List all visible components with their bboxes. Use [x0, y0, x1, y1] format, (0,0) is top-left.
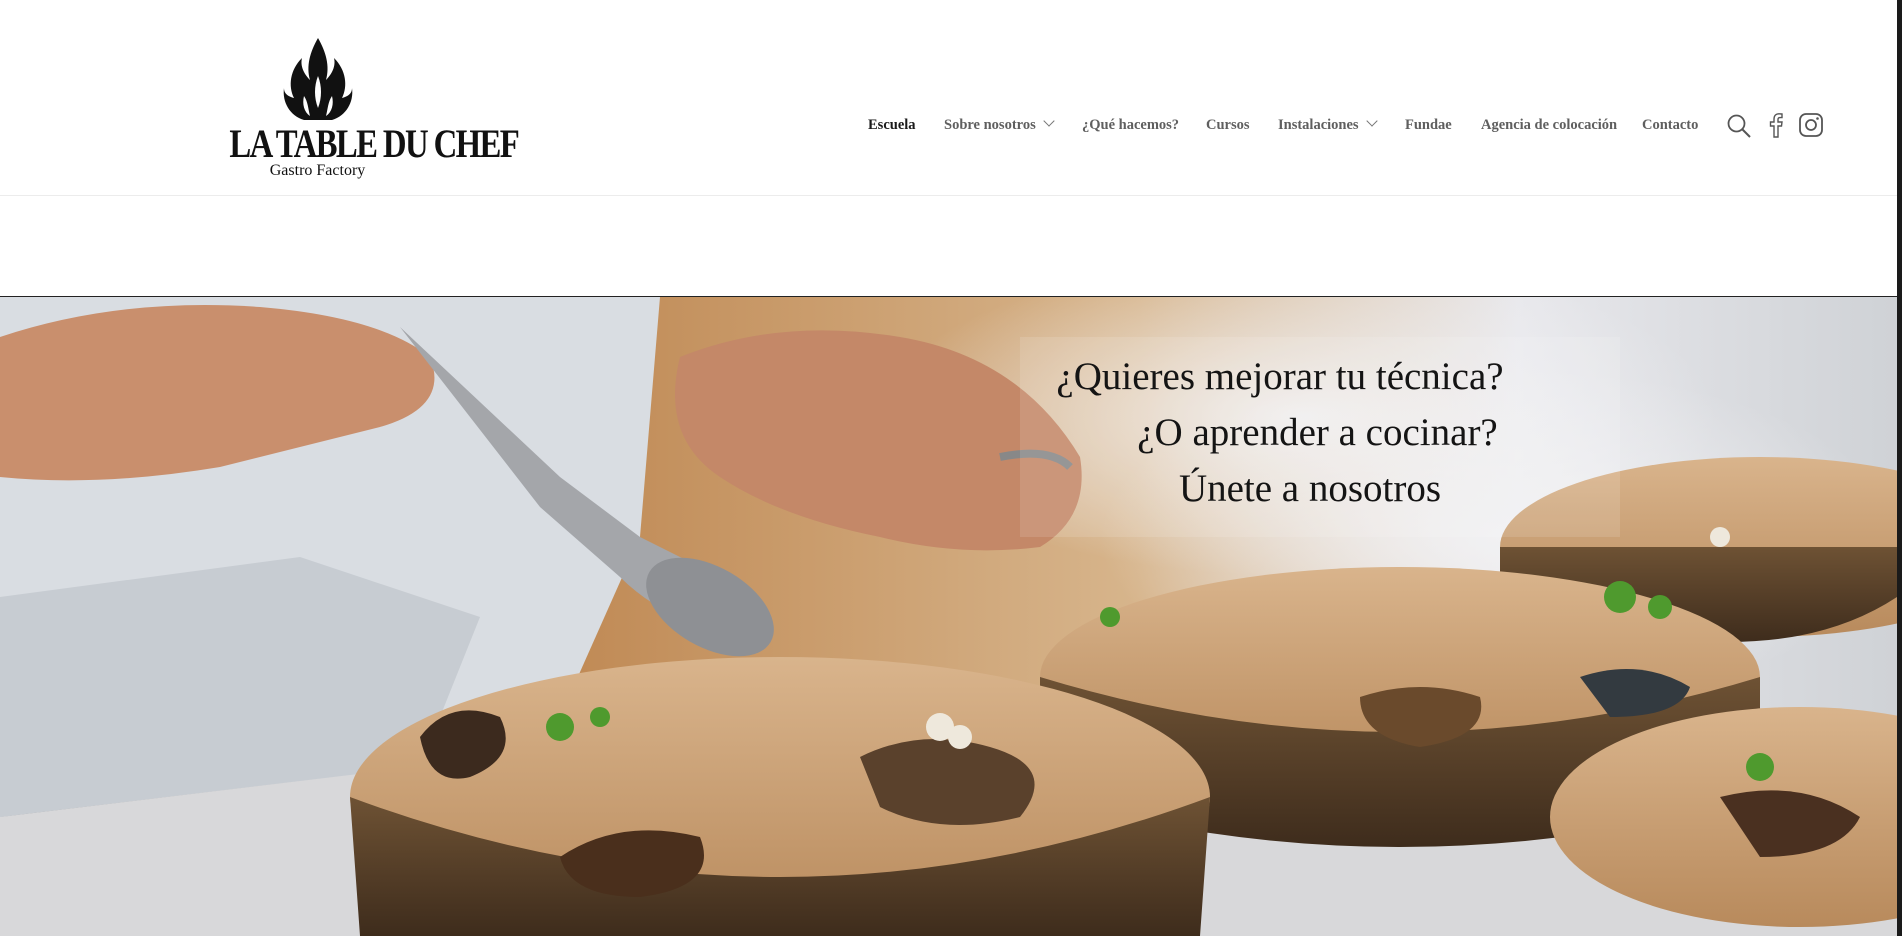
nav-item-contacto[interactable]: Contacto: [1642, 112, 1698, 138]
nav-item-label: Fundae: [1405, 117, 1452, 133]
page: LA TABLE DU CHEF Gastro Factory Escuela …: [0, 0, 1902, 936]
nav-item-instalaciones[interactable]: Instalaciones: [1278, 112, 1378, 138]
nav-item-label: Contacto: [1642, 117, 1699, 133]
hero-line-3: Únete a nosotros: [1178, 467, 1442, 510]
facebook-icon[interactable]: [1768, 112, 1784, 138]
nav-item-cursos[interactable]: Cursos: [1206, 112, 1250, 138]
nav-item-agencia-de-colocacion[interactable]: Agencia de colocación: [1481, 112, 1617, 138]
nav-item-sobre-nosotros[interactable]: Sobre nosotros: [944, 112, 1055, 138]
scrollbar-edge: [1897, 0, 1902, 936]
hero-headline: ¿Quieres mejorar tu técnica? ¿O aprender…: [1000, 349, 1640, 517]
site-header: LA TABLE DU CHEF Gastro Factory Escuela …: [0, 0, 1897, 196]
nav-item-label: ¿Qué hacemos?: [1082, 117, 1180, 133]
nav-item-label: Agencia de colocación: [1481, 117, 1618, 133]
nav-item-label: Cursos: [1206, 117, 1250, 133]
hero-line-1: ¿Quieres mejorar tu técnica?: [1056, 355, 1504, 398]
hero-banner: ¿Quieres mejorar tu técnica? ¿O aprender…: [0, 297, 1897, 936]
chevron-down-icon: [1043, 115, 1055, 127]
flame-logo-icon: [283, 38, 352, 120]
nav-item-escuela[interactable]: Escuela: [868, 112, 916, 138]
search-icon[interactable]: [1726, 113, 1752, 139]
nav-item-label: Instalaciones: [1278, 117, 1359, 133]
nav-item-fundae[interactable]: Fundae: [1405, 112, 1452, 138]
main-nav: Escuela Sobre nosotros ¿Qué hacemos? Cur…: [0, 112, 1897, 138]
header-spacer: [0, 196, 1897, 297]
nav-item-que-hacemos[interactable]: ¿Qué hacemos?: [1082, 112, 1179, 138]
instagram-icon[interactable]: [1798, 112, 1824, 138]
nav-item-label: Escuela: [868, 117, 916, 133]
nav-item-label: Sobre nosotros: [944, 117, 1036, 133]
hero-line-2: ¿O aprender a cocinar?: [1137, 411, 1498, 454]
chevron-down-icon: [1365, 115, 1378, 127]
